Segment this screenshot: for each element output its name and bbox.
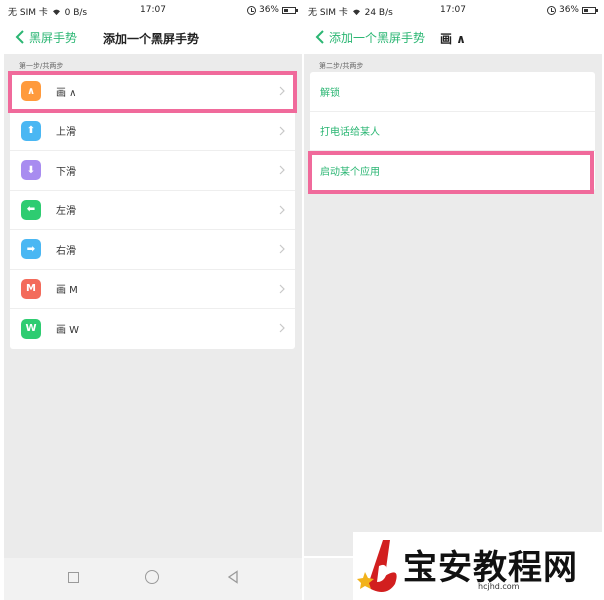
watermark-url: hcjhd.com (478, 582, 520, 591)
step-indicator: 第一步/共两步 (19, 62, 64, 70)
nav-bar: 黑屏手势 添加一个黑屏手势 (4, 22, 302, 54)
system-nav-bar (4, 558, 302, 600)
status-bar: 无 SIM 卡 0 B/s 17:07 36% (4, 0, 302, 22)
letter-m-icon: M (21, 278, 41, 299)
chevron-right-icon (279, 126, 285, 135)
back-label: 黑屏手势 (29, 30, 78, 45)
arrow-down-icon: ⬇ (21, 160, 41, 181)
nav-bar: 添加一个黑屏手势 画 ∧ (304, 22, 602, 54)
gesture-item-swipe-up[interactable]: ⬆ 上滑 (10, 112, 295, 151)
site-logo-icon (357, 540, 397, 592)
battery-percent: 36% (558, 5, 579, 15)
content-area: 第一步/共两步 ∧ 画 ∧ ⬆ 上滑 ⬇ 下滑 ⬅ 左滑 ➡ 右滑 M 画 M … (4, 54, 302, 558)
gesture-item-swipe-right[interactable]: ➡ 右滑 (10, 230, 295, 270)
arrow-right-icon: ➡ (21, 239, 41, 260)
home-button[interactable] (145, 570, 159, 584)
left-screen: 无 SIM 卡 0 B/s 17:07 36% 黑屏手势 添加一个黑屏手势 第一… (4, 0, 302, 600)
chevron-right-icon (279, 165, 285, 175)
gesture-item-swipe-down[interactable]: ⬇ 下滑 (10, 151, 295, 191)
gesture-label: 画 M (56, 285, 78, 297)
recent-apps-button[interactable] (68, 572, 79, 583)
action-label: 解锁 (320, 87, 340, 99)
gesture-label: 右滑 (56, 245, 76, 257)
gesture-item-draw-w[interactable]: W 画 W (10, 309, 295, 349)
back-triangle-icon[interactable] (226, 570, 240, 584)
chevron-right-icon (279, 205, 285, 214)
page-title: 画 ∧ (440, 32, 466, 46)
gesture-item-swipe-left[interactable]: ⬅ 左滑 (10, 191, 295, 230)
chevron-right-icon (279, 244, 285, 254)
page-title: 添加一个黑屏手势 (103, 32, 200, 46)
arrow-up-icon: ⬆ (21, 120, 41, 141)
alarm-icon (246, 5, 256, 15)
gesture-label: 上滑 (56, 127, 76, 139)
chevron-right-icon (279, 284, 285, 293)
right-screen: 无 SIM 卡 24 B/s 17:07 36% 添加一个黑屏手势 画 ∧ 第二… (304, 0, 602, 600)
battery-icon (282, 6, 298, 14)
chevron-right-icon (279, 323, 285, 333)
action-item-call[interactable]: 打电话给某人 (310, 112, 595, 151)
back-label: 添加一个黑屏手势 (329, 30, 426, 45)
back-button[interactable]: 黑屏手势 (14, 27, 77, 47)
chevron-left-icon (315, 30, 324, 44)
gesture-list: ∧ 画 ∧ ⬆ 上滑 ⬇ 下滑 ⬅ 左滑 ➡ 右滑 M 画 M W 画 W (10, 72, 295, 349)
action-item-unlock[interactable]: 解锁 (310, 72, 595, 112)
gesture-label: 画 W (56, 325, 80, 337)
watermark: 宝安教程网 hcjhd.com (353, 532, 604, 600)
gesture-label: 左滑 (56, 206, 76, 218)
status-bar: 无 SIM 卡 24 B/s 17:07 36% (304, 0, 602, 22)
chevron-left-icon (15, 30, 24, 44)
status-right: 36% (546, 5, 598, 15)
status-right: 36% (246, 5, 298, 15)
alarm-icon (546, 5, 556, 15)
step-indicator: 第二步/共两步 (319, 62, 364, 70)
letter-w-icon: W (21, 318, 41, 339)
action-label: 打电话给某人 (320, 127, 380, 139)
back-button[interactable]: 添加一个黑屏手势 (314, 27, 425, 47)
highlight-box (308, 151, 594, 194)
gesture-label: 下滑 (56, 166, 76, 178)
content-area: 第二步/共两步 解锁 打电话给某人 启动某个应用 (304, 54, 602, 556)
arrow-left-icon: ⬅ (21, 199, 41, 220)
battery-icon (582, 6, 598, 14)
gesture-item-draw-m[interactable]: M 画 M (10, 270, 295, 309)
battery-percent: 36% (258, 5, 279, 15)
highlight-box (8, 71, 297, 113)
